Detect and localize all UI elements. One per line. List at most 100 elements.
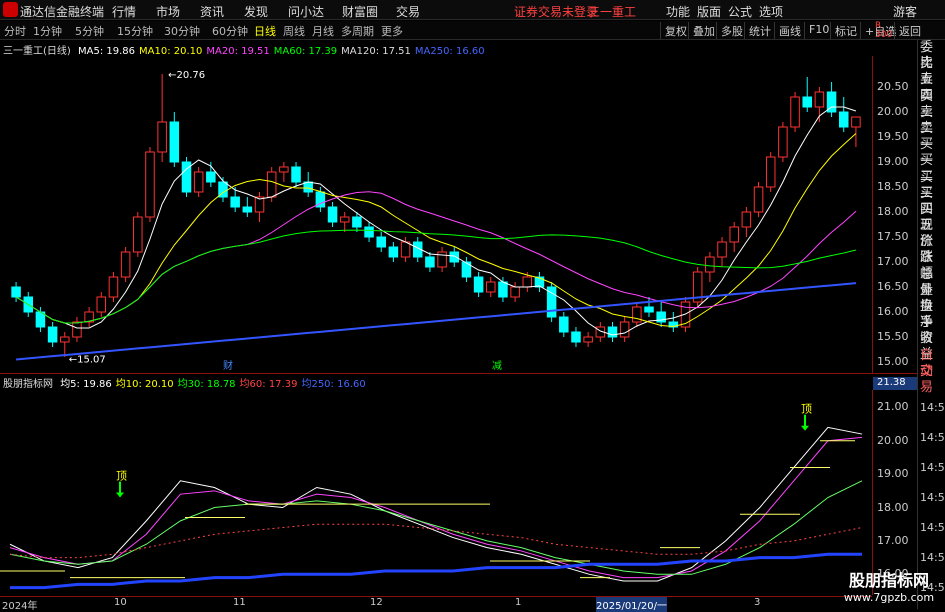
period-more[interactable]: 更多 xyxy=(381,23,403,39)
huaxian-button[interactable]: 画线 xyxy=(774,22,805,39)
sidebar-item-10[interactable]: 买五 xyxy=(918,202,945,233)
finance-marker[interactable]: 财 xyxy=(223,359,233,372)
candle[interactable] xyxy=(583,332,593,347)
menu-banmian[interactable]: 版面 xyxy=(697,3,721,20)
candle[interactable] xyxy=(181,157,192,197)
indicator-chart[interactable]: 顶顶 xyxy=(0,390,872,595)
candle[interactable] xyxy=(668,312,679,332)
period-multi[interactable]: 多周期 xyxy=(341,23,374,39)
candlestick-chart[interactable]: ←20.76 ←15.07 财 减 xyxy=(0,56,872,373)
tongji-button[interactable]: 统计 xyxy=(744,22,775,39)
back-button[interactable]: 返回 xyxy=(894,22,925,39)
period-5min[interactable]: 5分钟 xyxy=(75,23,104,39)
candle[interactable] xyxy=(84,307,94,327)
candle[interactable] xyxy=(790,92,800,132)
reduction-marker[interactable]: 减 xyxy=(492,360,502,372)
menu-zixun[interactable]: 资讯 xyxy=(200,3,224,20)
candle[interactable] xyxy=(802,77,812,112)
sidebar-item-18[interactable]: 收益 xyxy=(918,331,945,362)
candle[interactable] xyxy=(741,207,752,237)
candle[interactable] xyxy=(619,317,630,342)
period-15min[interactable]: 15分钟 xyxy=(117,23,153,39)
candle[interactable] xyxy=(133,212,143,257)
candle[interactable] xyxy=(364,222,374,242)
candle[interactable] xyxy=(35,307,46,332)
sidebar-item-1[interactable]: 卖五 xyxy=(918,56,945,87)
menu-faxian[interactable]: 发现 xyxy=(244,3,268,20)
sidebar-item-6[interactable]: 买一 xyxy=(918,137,945,168)
f10-button[interactable]: F10 xyxy=(804,22,833,39)
period-30min[interactable]: 30分钟 xyxy=(164,23,200,39)
candle[interactable] xyxy=(656,302,666,327)
top-signal[interactable]: 顶 xyxy=(116,469,127,498)
sidebar-item-17[interactable]: 净资 xyxy=(918,315,945,346)
menu-jiaoyi[interactable]: 交易 xyxy=(396,3,420,20)
top-signal[interactable]: 顶 xyxy=(801,403,812,431)
candle[interactable] xyxy=(826,82,837,117)
candle[interactable] xyxy=(765,152,776,192)
candle[interactable] xyxy=(254,192,265,222)
candle[interactable] xyxy=(510,282,520,302)
candle[interactable] xyxy=(753,182,764,217)
candle[interactable] xyxy=(72,317,82,342)
fuquan-button[interactable]: 复权 xyxy=(660,22,691,39)
candle[interactable] xyxy=(60,332,70,357)
candle[interactable] xyxy=(157,74,167,162)
sidebar-item-14[interactable]: 总量 xyxy=(918,267,945,298)
diejia-button[interactable]: 叠加 xyxy=(688,22,719,39)
user-label[interactable]: 游客 xyxy=(893,3,917,20)
menu-gongneng[interactable]: 功能 xyxy=(666,3,690,20)
candle[interactable] xyxy=(449,247,460,267)
sidebar-item-16[interactable]: 换手 xyxy=(918,299,945,330)
candle[interactable] xyxy=(169,112,180,167)
menu-shichang[interactable]: 市场 xyxy=(156,3,180,20)
candle[interactable] xyxy=(120,247,131,282)
period-60min[interactable]: 60分钟 xyxy=(212,23,248,39)
sidebar-item-0[interactable]: 委比 xyxy=(918,40,945,71)
candle[interactable] xyxy=(607,322,618,342)
candle[interactable] xyxy=(96,292,107,317)
sidebar-item-4[interactable]: 卖二 xyxy=(918,105,945,136)
candle[interactable] xyxy=(534,272,545,292)
sidebar-item-8[interactable]: 买三 xyxy=(918,170,945,201)
sidebar-item-15[interactable]: 外盘 xyxy=(918,283,945,314)
sidebar-item-12[interactable]: 涨跌 xyxy=(918,234,945,265)
menu-wenxiaoda[interactable]: 问小达 xyxy=(288,3,324,20)
sidebar-item-20[interactable]: 交易 xyxy=(918,364,945,395)
menu-hangqing[interactable]: 行情 xyxy=(112,3,136,20)
candle[interactable] xyxy=(838,97,849,132)
candle[interactable] xyxy=(425,252,435,272)
candle[interactable] xyxy=(692,267,703,307)
candle[interactable] xyxy=(778,122,788,162)
menu-gongshi[interactable]: 公式 xyxy=(728,3,752,20)
sidebar-item-19[interactable]: 自动 xyxy=(918,348,945,379)
sidebar-item-13[interactable]: 涨幅 xyxy=(918,250,945,281)
candle[interactable] xyxy=(571,327,581,347)
candle[interactable] xyxy=(632,302,642,327)
biaoji-button[interactable]: 标记 xyxy=(830,22,861,39)
candle[interactable] xyxy=(145,147,155,222)
candle[interactable] xyxy=(729,222,739,252)
candle[interactable] xyxy=(327,202,338,227)
candle[interactable] xyxy=(47,322,58,347)
sidebar-item-7[interactable]: 买二 xyxy=(918,153,945,184)
candle[interactable] xyxy=(473,272,484,297)
duogu-button[interactable]: 多股 xyxy=(716,22,747,39)
candle[interactable] xyxy=(242,197,253,217)
candle[interactable] xyxy=(279,162,289,182)
candle[interactable] xyxy=(339,212,350,232)
candle[interactable] xyxy=(388,242,399,262)
candle[interactable] xyxy=(559,312,569,337)
candle[interactable] xyxy=(851,116,861,147)
candle[interactable] xyxy=(108,272,119,302)
candle[interactable] xyxy=(376,232,386,252)
period-daily[interactable]: 日线 xyxy=(254,23,276,39)
candle[interactable] xyxy=(193,167,204,197)
period-fenshi[interactable]: 分时 xyxy=(4,23,26,39)
menu-caifuquan[interactable]: 财富圈 xyxy=(342,3,378,20)
candle[interactable] xyxy=(498,277,508,302)
sidebar-item-2[interactable]: 卖四 xyxy=(918,72,945,103)
candle[interactable] xyxy=(717,237,727,267)
login-status[interactable]: 证券交易未登录 xyxy=(514,3,598,20)
candle[interactable] xyxy=(546,282,557,322)
